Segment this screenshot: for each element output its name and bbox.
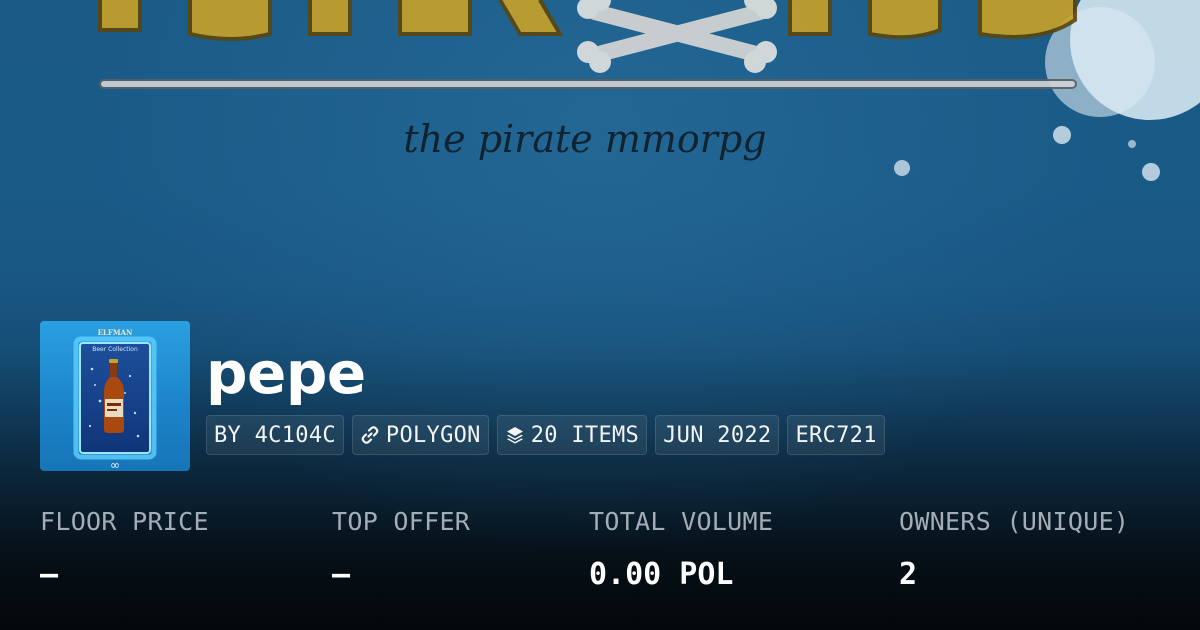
thumbnail-brand: ELFMAN xyxy=(98,328,133,337)
stat-label: OWNERS (UNIQUE) xyxy=(899,507,1130,536)
stat-label: TOP OFFER xyxy=(332,507,471,536)
stat-label: TOTAL VOLUME xyxy=(589,507,774,536)
stat-value: – xyxy=(40,557,59,592)
token-standard-chip: ERC721 xyxy=(787,415,885,455)
layers-icon xyxy=(506,427,523,444)
stat-label: FLOOR PRICE xyxy=(40,507,209,536)
stat-owners: OWNERS (UNIQUE) 2 xyxy=(899,505,1129,595)
creator-chip[interactable]: BY 4C104C xyxy=(206,415,344,455)
beer-card-image: ELFMAN Beer Collection ∞ xyxy=(73,328,157,471)
game-logo xyxy=(98,0,1077,89)
stat-total-volume: TOTAL VOLUME 0.00 POL xyxy=(589,505,773,595)
stat-top-offer: TOP OFFER – xyxy=(332,505,470,595)
star-dot xyxy=(1053,126,1071,144)
stat-value: 2 xyxy=(899,557,918,592)
star-dot xyxy=(894,160,910,176)
items-label: 20 ITEMS xyxy=(530,422,640,448)
collection-name: pepe xyxy=(206,339,366,407)
stat-value: – xyxy=(332,557,351,592)
stat-value: 0.00 POL xyxy=(589,557,734,592)
token-standard-label: ERC721 xyxy=(795,422,877,448)
chain-link-icon xyxy=(361,426,379,444)
creator-label: BY 4C104C xyxy=(214,422,336,448)
thumbnail-card-label: Beer Collection xyxy=(92,346,138,353)
created-date-label: JUN 2022 xyxy=(663,422,772,448)
chain-chip[interactable]: POLYGON xyxy=(351,415,489,455)
items-chip[interactable]: 20 ITEMS xyxy=(496,415,648,455)
crossbones-icon xyxy=(587,4,768,63)
collection-info-chips: BY 4C104C POLYGON 20 ITEMS JUN 2022 ERC7… xyxy=(206,415,885,455)
banner-artwork: the pirate mmorpg xyxy=(98,0,1200,181)
created-date-chip: JUN 2022 xyxy=(655,415,780,455)
collection-thumbnail[interactable]: ELFMAN Beer Collection ∞ xyxy=(40,321,190,471)
logo-underline xyxy=(99,79,1077,89)
star-dot xyxy=(1142,163,1160,181)
banner-tagline: the pirate mmorpg xyxy=(403,117,766,161)
chain-label: POLYGON xyxy=(385,422,481,448)
star-dot xyxy=(1128,140,1136,148)
infinity-icon: ∞ xyxy=(110,458,120,471)
stat-floor-price: FLOOR PRICE – xyxy=(40,505,209,595)
